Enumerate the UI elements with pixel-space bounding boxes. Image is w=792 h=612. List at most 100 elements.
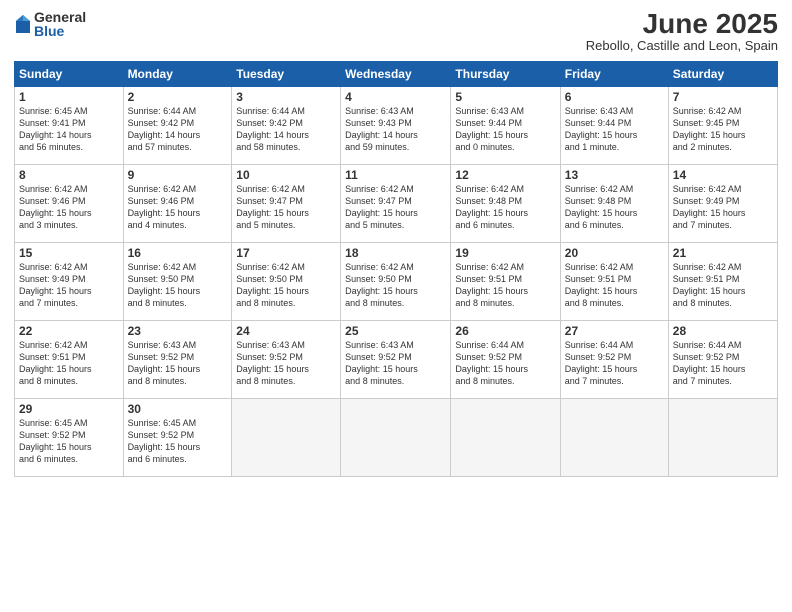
table-row: 6Sunrise: 6:43 AM Sunset: 9:44 PM Daylig… bbox=[560, 87, 668, 165]
table-row bbox=[451, 399, 560, 477]
day-number: 21 bbox=[673, 246, 773, 260]
table-row: 5Sunrise: 6:43 AM Sunset: 9:44 PM Daylig… bbox=[451, 87, 560, 165]
table-row: 7Sunrise: 6:42 AM Sunset: 9:45 PM Daylig… bbox=[668, 87, 777, 165]
day-number: 27 bbox=[565, 324, 664, 338]
table-row: 27Sunrise: 6:44 AM Sunset: 9:52 PM Dayli… bbox=[560, 321, 668, 399]
cell-info: Sunrise: 6:42 AM Sunset: 9:48 PM Dayligh… bbox=[455, 183, 555, 232]
table-row: 21Sunrise: 6:42 AM Sunset: 9:51 PM Dayli… bbox=[668, 243, 777, 321]
cell-info: Sunrise: 6:43 AM Sunset: 9:52 PM Dayligh… bbox=[236, 339, 336, 388]
table-row: 13Sunrise: 6:42 AM Sunset: 9:48 PM Dayli… bbox=[560, 165, 668, 243]
col-thursday: Thursday bbox=[451, 62, 560, 87]
table-row: 30Sunrise: 6:45 AM Sunset: 9:52 PM Dayli… bbox=[123, 399, 232, 477]
cell-info: Sunrise: 6:43 AM Sunset: 9:52 PM Dayligh… bbox=[345, 339, 446, 388]
day-number: 14 bbox=[673, 168, 773, 182]
day-number: 12 bbox=[455, 168, 555, 182]
day-number: 17 bbox=[236, 246, 336, 260]
day-number: 19 bbox=[455, 246, 555, 260]
day-number: 22 bbox=[19, 324, 119, 338]
calendar-week-1: 8Sunrise: 6:42 AM Sunset: 9:46 PM Daylig… bbox=[15, 165, 778, 243]
day-number: 26 bbox=[455, 324, 555, 338]
table-row: 26Sunrise: 6:44 AM Sunset: 9:52 PM Dayli… bbox=[451, 321, 560, 399]
table-row: 10Sunrise: 6:42 AM Sunset: 9:47 PM Dayli… bbox=[232, 165, 341, 243]
day-number: 6 bbox=[565, 90, 664, 104]
cell-info: Sunrise: 6:42 AM Sunset: 9:51 PM Dayligh… bbox=[565, 261, 664, 310]
table-row: 11Sunrise: 6:42 AM Sunset: 9:47 PM Dayli… bbox=[341, 165, 451, 243]
table-row: 29Sunrise: 6:45 AM Sunset: 9:52 PM Dayli… bbox=[15, 399, 124, 477]
logo-blue: Blue bbox=[34, 24, 86, 38]
calendar-week-3: 22Sunrise: 6:42 AM Sunset: 9:51 PM Dayli… bbox=[15, 321, 778, 399]
logo: General Blue bbox=[14, 10, 86, 38]
day-number: 5 bbox=[455, 90, 555, 104]
table-row: 2Sunrise: 6:44 AM Sunset: 9:42 PM Daylig… bbox=[123, 87, 232, 165]
day-number: 11 bbox=[345, 168, 446, 182]
table-row: 28Sunrise: 6:44 AM Sunset: 9:52 PM Dayli… bbox=[668, 321, 777, 399]
cell-info: Sunrise: 6:44 AM Sunset: 9:52 PM Dayligh… bbox=[455, 339, 555, 388]
table-row: 22Sunrise: 6:42 AM Sunset: 9:51 PM Dayli… bbox=[15, 321, 124, 399]
calendar-week-4: 29 Sunrise: 6:45 AM Sunset: 9:52 PM Dayli… bbox=[15, 399, 778, 477]
day-number: 30 bbox=[128, 402, 228, 416]
calendar-table: Sunday Monday Tuesday Wednesday Thursday… bbox=[14, 61, 778, 477]
logo-general: General bbox=[34, 10, 86, 24]
table-row: 20Sunrise: 6:42 AM Sunset: 9:51 PM Dayli… bbox=[560, 243, 668, 321]
table-row: 1Sunrise: 6:45 AM Sunset: 9:41 PM Daylig… bbox=[15, 87, 124, 165]
col-friday: Friday bbox=[560, 62, 668, 87]
table-row bbox=[668, 399, 777, 477]
col-monday: Monday bbox=[123, 62, 232, 87]
table-row: 25Sunrise: 6:43 AM Sunset: 9:52 PM Dayli… bbox=[341, 321, 451, 399]
day-number: 2 bbox=[128, 90, 228, 104]
col-wednesday: Wednesday bbox=[341, 62, 451, 87]
table-row: 17Sunrise: 6:42 AM Sunset: 9:50 PM Dayli… bbox=[232, 243, 341, 321]
table-row: 16Sunrise: 6:42 AM Sunset: 9:50 PM Dayli… bbox=[123, 243, 232, 321]
table-row: 18Sunrise: 6:42 AM Sunset: 9:50 PM Dayli… bbox=[341, 243, 451, 321]
day-number: 15 bbox=[19, 246, 119, 260]
cell-info: Sunrise: 6:45 AM Sunset: 9:52 PM Dayligh… bbox=[128, 417, 228, 466]
day-number: 28 bbox=[673, 324, 773, 338]
cell-info: Sunrise: 6:42 AM Sunset: 9:48 PM Dayligh… bbox=[565, 183, 664, 232]
cell-info: Sunrise: 6:44 AM Sunset: 9:52 PM Dayligh… bbox=[673, 339, 773, 388]
cell-info: Sunrise: 6:43 AM Sunset: 9:44 PM Dayligh… bbox=[455, 105, 555, 154]
header: General Blue June 2025 Rebollo, Castille… bbox=[14, 10, 778, 53]
cell-info: Sunrise: 6:42 AM Sunset: 9:46 PM Dayligh… bbox=[128, 183, 228, 232]
logo-text: General Blue bbox=[34, 10, 86, 38]
cell-info: Sunrise: 6:42 AM Sunset: 9:51 PM Dayligh… bbox=[19, 339, 119, 388]
logo-icon bbox=[14, 13, 32, 35]
table-row: 23Sunrise: 6:43 AM Sunset: 9:52 PM Dayli… bbox=[123, 321, 232, 399]
cell-info: Sunrise: 6:42 AM Sunset: 9:51 PM Dayligh… bbox=[673, 261, 773, 310]
cell-info: Sunrise: 6:45 AM Sunset: 9:41 PM Dayligh… bbox=[19, 105, 119, 154]
cell-info: Sunrise: 6:44 AM Sunset: 9:52 PM Dayligh… bbox=[565, 339, 664, 388]
cell-info: Sunrise: 6:42 AM Sunset: 9:47 PM Dayligh… bbox=[345, 183, 446, 232]
day-number: 9 bbox=[128, 168, 228, 182]
cell-info: Sunrise: 6:42 AM Sunset: 9:51 PM Dayligh… bbox=[455, 261, 555, 310]
cell-info: Sunrise: 6:42 AM Sunset: 9:45 PM Dayligh… bbox=[673, 105, 773, 154]
cell-info: Sunrise: 6:42 AM Sunset: 9:46 PM Dayligh… bbox=[19, 183, 119, 232]
page: General Blue June 2025 Rebollo, Castille… bbox=[0, 0, 792, 612]
day-number: 10 bbox=[236, 168, 336, 182]
day-number: 4 bbox=[345, 90, 446, 104]
table-row: 9Sunrise: 6:42 AM Sunset: 9:46 PM Daylig… bbox=[123, 165, 232, 243]
cell-info: Sunrise: 6:42 AM Sunset: 9:50 PM Dayligh… bbox=[345, 261, 446, 310]
col-saturday: Saturday bbox=[668, 62, 777, 87]
calendar-week-0: 1Sunrise: 6:45 AM Sunset: 9:41 PM Daylig… bbox=[15, 87, 778, 165]
col-tuesday: Tuesday bbox=[232, 62, 341, 87]
day-number: 16 bbox=[128, 246, 228, 260]
cell-info: Sunrise: 6:42 AM Sunset: 9:49 PM Dayligh… bbox=[19, 261, 119, 310]
table-row: 15Sunrise: 6:42 AM Sunset: 9:49 PM Dayli… bbox=[15, 243, 124, 321]
day-number: 24 bbox=[236, 324, 336, 338]
table-row: 4Sunrise: 6:43 AM Sunset: 9:43 PM Daylig… bbox=[341, 87, 451, 165]
cell-info: Sunrise: 6:42 AM Sunset: 9:47 PM Dayligh… bbox=[236, 183, 336, 232]
table-row: 24Sunrise: 6:43 AM Sunset: 9:52 PM Dayli… bbox=[232, 321, 341, 399]
table-row: 3Sunrise: 6:44 AM Sunset: 9:42 PM Daylig… bbox=[232, 87, 341, 165]
cell-info: Sunrise: 6:42 AM Sunset: 9:49 PM Dayligh… bbox=[673, 183, 773, 232]
table-row: 12Sunrise: 6:42 AM Sunset: 9:48 PM Dayli… bbox=[451, 165, 560, 243]
calendar-week-2: 15Sunrise: 6:42 AM Sunset: 9:49 PM Dayli… bbox=[15, 243, 778, 321]
day-number: 7 bbox=[673, 90, 773, 104]
table-row bbox=[560, 399, 668, 477]
day-number: 8 bbox=[19, 168, 119, 182]
cell-info: Sunrise: 6:42 AM Sunset: 9:50 PM Dayligh… bbox=[128, 261, 228, 310]
cell-info: Sunrise: 6:43 AM Sunset: 9:43 PM Dayligh… bbox=[345, 105, 446, 154]
day-number: 25 bbox=[345, 324, 446, 338]
col-sunday: Sunday bbox=[15, 62, 124, 87]
table-row bbox=[232, 399, 341, 477]
subtitle: Rebollo, Castille and Leon, Spain bbox=[586, 38, 778, 53]
day-number: 29 bbox=[19, 402, 119, 416]
